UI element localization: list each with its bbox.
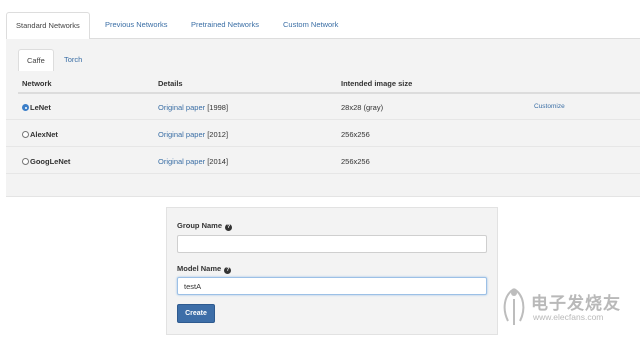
elecfans-logo-icon [503, 288, 525, 325]
network-name: AlexNet [30, 130, 58, 139]
tab-pretrained-networks[interactable]: Pretrained Networks [182, 12, 268, 39]
network-cell: AlexNet [22, 130, 58, 139]
details-cell: Original paper [2012] [158, 130, 228, 139]
group-name-label: Group Name ? [177, 221, 233, 231]
header-network: Network [22, 79, 52, 88]
tab-custom-network[interactable]: Custom Network [274, 12, 347, 39]
tab-caffe[interactable]: Caffe [18, 49, 54, 71]
network-cell: LeNet [22, 103, 51, 112]
tab-previous-networks[interactable]: Previous Networks [96, 12, 177, 39]
watermark-title: 电子发烧友 [531, 294, 621, 314]
standard-networks-panel: Caffe Torch Network Details Intended ima… [6, 39, 640, 197]
model-name-label: Model Name ? [177, 264, 232, 274]
paper-year: [1998] [207, 103, 229, 112]
create-button[interactable]: Create [177, 304, 215, 323]
table-header: Network Details Intended image size [6, 79, 640, 94]
network-name: GoogLeNet [30, 157, 71, 166]
radio-lenet[interactable] [22, 104, 29, 111]
paper-year: [2014] [207, 157, 229, 166]
watermark-url: www.elecfans.com [533, 312, 604, 322]
group-name-label-text: Group Name [177, 221, 223, 230]
header-image-size: Intended image size [341, 79, 413, 88]
group-name-input[interactable] [177, 235, 487, 253]
network-name: LeNet [30, 103, 51, 112]
tab-torch[interactable]: Torch [56, 49, 90, 71]
help-icon[interactable]: ? [225, 224, 233, 231]
original-paper-link[interactable]: Original paper [158, 103, 205, 112]
original-paper-link[interactable]: Original paper [158, 130, 205, 139]
customize-link[interactable]: Customize [534, 103, 565, 110]
table-row[interactable]: AlexNet Original paper [2012] 256x256 [6, 121, 640, 147]
model-form: Group Name ? Model Name ? Create [166, 207, 498, 335]
image-size: 28x28 (gray) [341, 103, 384, 112]
radio-googlenet[interactable] [22, 158, 29, 165]
image-size: 256x256 [341, 130, 370, 139]
help-icon[interactable]: ? [224, 267, 232, 274]
image-size: 256x256 [341, 157, 370, 166]
table-row[interactable]: LeNet Original paper [1998] 28x28 (gray)… [6, 94, 640, 120]
details-cell: Original paper [2014] [158, 157, 228, 166]
model-name-label-text: Model Name [177, 264, 222, 273]
original-paper-link[interactable]: Original paper [158, 157, 205, 166]
model-name-input[interactable] [177, 277, 487, 295]
radio-alexnet[interactable] [22, 131, 29, 138]
network-cell: GoogLeNet [22, 157, 70, 166]
watermark: 电子发烧友 www.elecfans.com [498, 283, 640, 333]
details-cell: Original paper [1998] [158, 103, 228, 112]
tab-standard-networks[interactable]: Standard Networks [6, 12, 90, 40]
paper-year: [2012] [207, 130, 229, 139]
network-type-tabs: Standard Networks Previous Networks Pret… [6, 12, 640, 40]
header-details: Details [158, 79, 183, 88]
table-row[interactable]: GoogLeNet Original paper [2014] 256x256 [6, 148, 640, 174]
